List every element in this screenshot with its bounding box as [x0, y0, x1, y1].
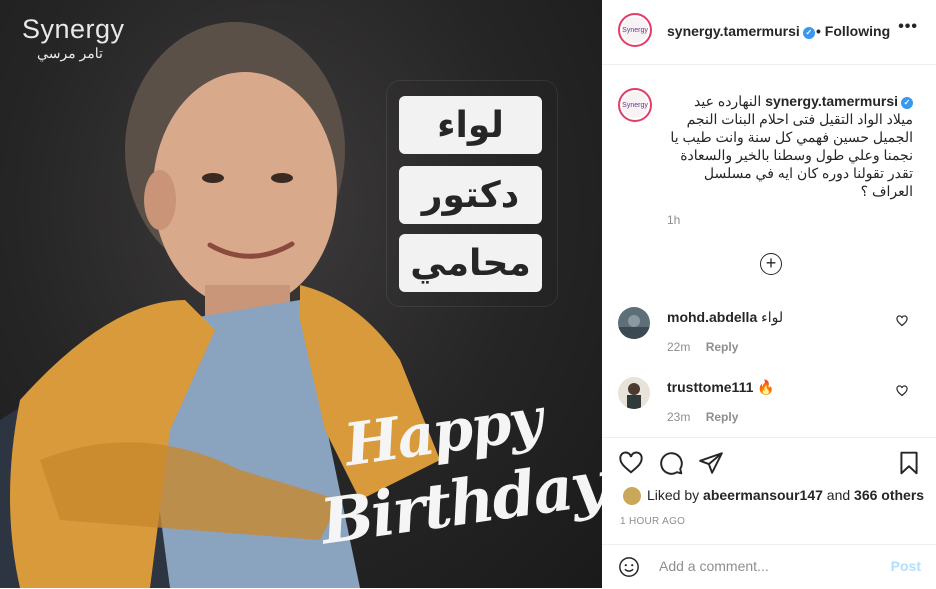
caption-text-block: synergy.tamermursi ✓ النهارده عيد ميلاد ا…: [667, 92, 913, 200]
comment-time[interactable]: 23m: [667, 410, 690, 424]
comment-text-line: trusttome111 🔥: [667, 379, 775, 396]
bookmark-icon[interactable]: [896, 450, 922, 476]
verified-badge-icon: ✓: [802, 27, 815, 39]
fire-emoji: 🔥: [757, 379, 775, 395]
caption-username-text: synergy.tamermursi: [765, 93, 898, 109]
caption-avatar-logo: Synergy: [622, 92, 648, 118]
emoji-icon[interactable]: [618, 556, 640, 578]
avatar-logo: Synergy: [622, 17, 648, 43]
label-lawyer: محامي: [399, 234, 542, 292]
following-status[interactable]: • Following: [816, 23, 890, 39]
post-button[interactable]: Post: [891, 558, 921, 574]
comment-username[interactable]: trusttome111: [667, 379, 753, 395]
liked-by-prefix: Liked by: [647, 487, 700, 503]
ellipsis-icon[interactable]: •••: [898, 18, 918, 36]
author-avatar[interactable]: Synergy: [618, 13, 652, 47]
reply-button[interactable]: Reply: [706, 410, 739, 424]
comment-item: mohd.abdella لواء 22m Reply: [602, 307, 936, 367]
verified-badge-icon: ✓: [901, 97, 913, 109]
caption-username[interactable]: synergy.tamermursi ✓: [765, 93, 913, 109]
likes-text: Liked by abeermansour147 and 366 others: [647, 487, 924, 503]
caption-avatar[interactable]: Synergy: [618, 88, 652, 122]
post-image[interactable]: Synergy تامر مرسي لواء دكتور محامي Happy…: [0, 0, 602, 588]
comment-input[interactable]: [657, 557, 881, 575]
label-doctor: دكتور: [399, 166, 542, 224]
author-username-text: synergy.tamermursi: [667, 23, 800, 39]
caption-time[interactable]: 1h: [667, 213, 680, 227]
post-side-panel: Synergy synergy.tamermursi ✓ • Following …: [602, 0, 936, 588]
plus-circle-icon[interactable]: +: [760, 253, 782, 275]
commenter-avatar[interactable]: [618, 307, 650, 339]
comment-text-line: mohd.abdella لواء: [667, 309, 783, 326]
heart-icon[interactable]: [896, 385, 908, 397]
like-heart-icon[interactable]: [618, 450, 644, 476]
comment-body: لواء: [761, 309, 784, 325]
likes-joiner: and: [826, 487, 851, 503]
comment-meta: 23m Reply: [667, 410, 738, 424]
following-label: Following: [824, 23, 891, 39]
share-paper-plane-icon[interactable]: [698, 450, 724, 476]
likes-others-link[interactable]: 366 others: [854, 487, 924, 503]
comment-username[interactable]: mohd.abdella: [667, 309, 757, 325]
commenter-avatar[interactable]: [618, 377, 650, 409]
add-comment-bar: Post: [602, 544, 936, 589]
comment-time[interactable]: 22m: [667, 340, 690, 354]
comment-bubble-icon[interactable]: [658, 450, 684, 476]
author-username[interactable]: synergy.tamermursi ✓: [667, 23, 815, 39]
comment-item: trusttome111 🔥 23m Reply: [602, 377, 936, 437]
caption-body: synergy.tamermursi ✓ النهارده عيد ميلاد ا…: [667, 92, 913, 200]
posted-time[interactable]: 1 HOUR AGO: [620, 516, 685, 527]
label-general: لواء: [399, 96, 542, 154]
reply-button[interactable]: Reply: [706, 340, 739, 354]
comment-meta: 22m Reply: [667, 340, 738, 354]
heart-icon[interactable]: [896, 315, 908, 327]
liker-avatar[interactable]: [622, 486, 642, 506]
post-header: Synergy synergy.tamermursi ✓ • Following …: [602, 0, 936, 65]
action-bar: [602, 437, 936, 490]
happy-birthday-text: Happy Birthday: [316, 385, 602, 573]
liker-username[interactable]: abeermansour147: [703, 487, 823, 503]
likes-line: Liked by abeermansour147 and 366 others: [602, 484, 936, 508]
